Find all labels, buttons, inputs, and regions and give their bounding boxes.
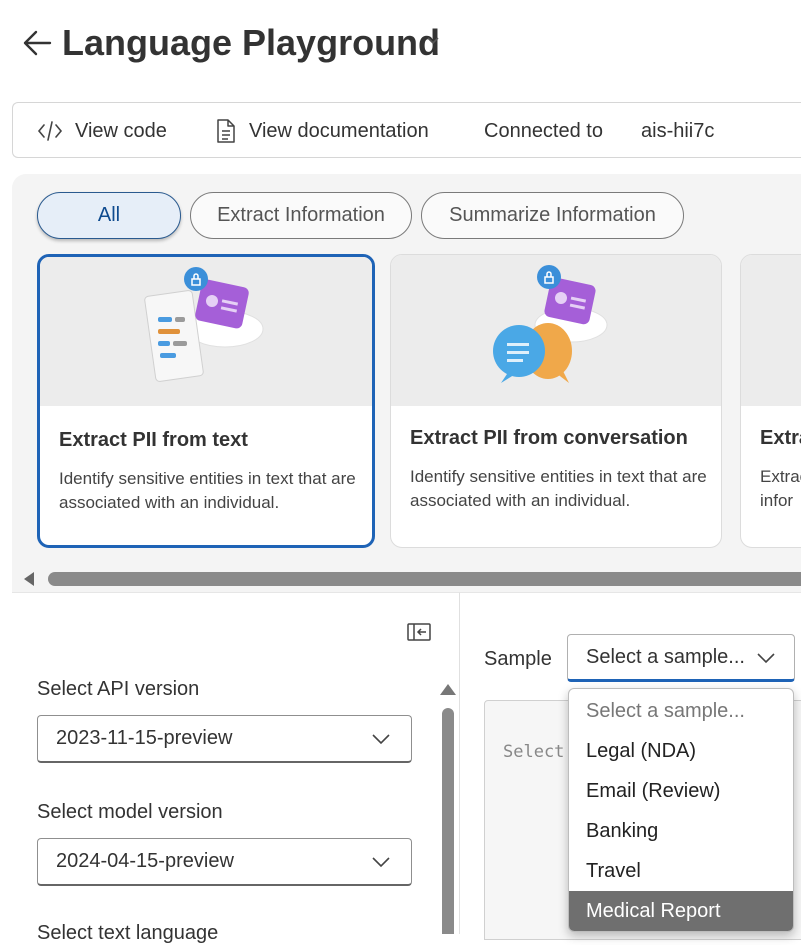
card-description: Extrac infor <box>760 467 801 510</box>
card-illustration <box>741 255 801 406</box>
chevron-down-icon[interactable] <box>426 34 440 48</box>
card-extract-pii-conversation[interactable]: Extract PII from conversation Identify s… <box>390 254 722 548</box>
chevron-down-icon <box>372 857 390 868</box>
card-illustration <box>391 255 721 406</box>
filter-extract-information[interactable]: Extract Information <box>190 192 412 239</box>
api-version-select[interactable]: 2023-11-15-preview <box>37 715 412 763</box>
page-title: Language Playground <box>62 22 441 63</box>
view-code-button[interactable]: View code <box>37 103 167 159</box>
chevron-down-icon <box>372 734 390 745</box>
back-arrow-icon[interactable] <box>22 28 52 58</box>
view-code-label: View code <box>75 119 167 142</box>
api-version-label: Select API version <box>37 678 200 700</box>
model-version-select[interactable]: 2024-04-15-preview <box>37 838 412 886</box>
view-documentation-label: View documentation <box>249 119 429 142</box>
sample-dropdown-menu: Select a sample... Legal (NDA) Email (Re… <box>568 688 794 932</box>
chevron-down-icon <box>757 653 775 664</box>
toolbar: View code View documentation Connected t… <box>12 102 801 158</box>
capability-gallery: All Extract Information Summarize Inform… <box>12 174 801 592</box>
sample-option-banking[interactable]: Banking <box>569 811 793 851</box>
code-icon <box>37 121 63 141</box>
card-extract-pii-text[interactable]: Extract PII from text Identify sensitive… <box>37 254 375 548</box>
horizontal-scrollbar-thumb[interactable] <box>48 572 801 586</box>
sample-option-legal[interactable]: Legal (NDA) <box>569 731 793 771</box>
card-title: Extra <box>760 427 801 449</box>
model-version-value: 2024-04-15-preview <box>56 850 234 872</box>
sample-label: Sample <box>484 648 552 670</box>
sample-option-medical-report[interactable]: Medical Report <box>569 891 793 931</box>
sample-select[interactable]: Select a sample... <box>567 634 795 682</box>
card-title: Extract PII from conversation <box>410 427 688 449</box>
vertical-scrollbar-thumb[interactable] <box>442 708 454 934</box>
view-documentation-button[interactable]: View documentation <box>215 103 429 159</box>
text-input-placeholder: Select <box>503 742 565 762</box>
api-version-value: 2023-11-15-preview <box>56 727 233 749</box>
sample-option-travel[interactable]: Travel <box>569 851 793 891</box>
filter-summarize-information[interactable]: Summarize Information <box>421 192 684 239</box>
filter-all[interactable]: All <box>37 192 181 239</box>
card-title: Extract PII from text <box>59 429 248 451</box>
document-icon <box>217 119 235 143</box>
card-extract-partial[interactable]: Extra Extrac infor <box>740 254 801 548</box>
model-version-label: Select model version <box>37 801 223 823</box>
sample-option-placeholder[interactable]: Select a sample... <box>569 691 793 731</box>
connected-resource[interactable]: ais-hii7c <box>641 103 714 159</box>
connected-label: Connected to <box>484 119 603 142</box>
collapse-panel-icon[interactable] <box>406 622 432 644</box>
sample-option-email[interactable]: Email (Review) <box>569 771 793 811</box>
sample-select-value: Select a sample... <box>586 645 745 668</box>
scroll-up-arrow-icon[interactable] <box>440 684 456 695</box>
scroll-left-arrow-icon[interactable] <box>24 572 34 586</box>
card-illustration <box>40 257 372 406</box>
card-description: Identify sensitive entities in text that… <box>410 467 707 510</box>
card-description: Identify sensitive entities in text that… <box>59 469 356 512</box>
